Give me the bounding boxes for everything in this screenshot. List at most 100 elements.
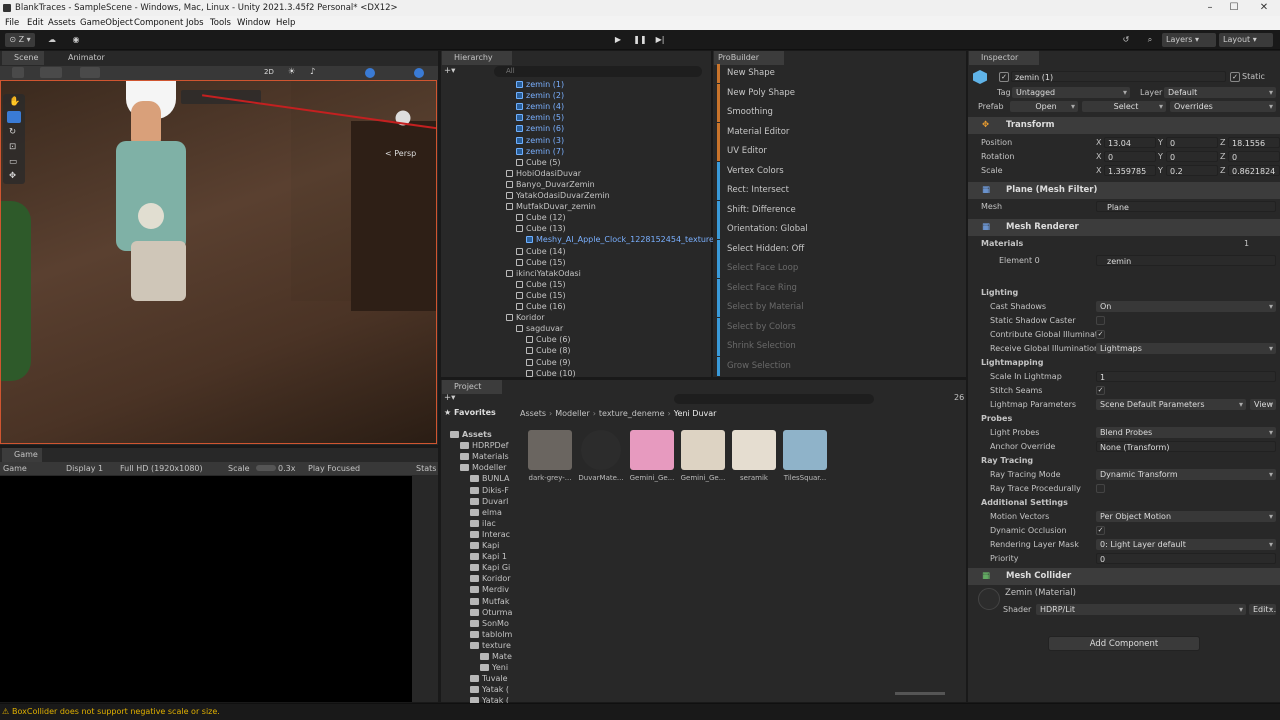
static-shadow-caster-checkbox[interactable] bbox=[1096, 316, 1105, 325]
asset-thumbnail[interactable] bbox=[732, 430, 776, 470]
ray-trace-procedurally-checkbox[interactable] bbox=[1096, 484, 1105, 493]
hierarchy-item[interactable]: ikinciYatakOdasi bbox=[506, 268, 581, 279]
project-tree-item[interactable]: Materials bbox=[460, 451, 509, 462]
hierarchy-item[interactable]: Cube (16) bbox=[516, 301, 566, 312]
project-tree-item[interactable]: Modeller bbox=[460, 462, 506, 473]
hierarchy-item[interactable]: sagduvar bbox=[516, 323, 563, 334]
asset-thumbnail[interactable] bbox=[630, 430, 674, 470]
hand-tool-icon[interactable]: ✋ bbox=[9, 97, 20, 107]
mesh-renderer-header[interactable]: Mesh Renderer bbox=[968, 219, 1280, 236]
probuilder-item[interactable]: UV Editor bbox=[717, 142, 953, 161]
prefab-open-button[interactable]: Open bbox=[1010, 101, 1078, 112]
scale-tool-icon[interactable]: ⊡ bbox=[9, 142, 16, 152]
transform-rotation-x-field[interactable]: 0 bbox=[1104, 151, 1156, 162]
dynamic-occlusion-checkbox[interactable]: ✓ bbox=[1096, 526, 1105, 535]
cast-shadows-dropdown[interactable]: On bbox=[1096, 301, 1276, 312]
asset-thumbnail[interactable] bbox=[783, 430, 827, 470]
layout-dropdown[interactable]: Layout ▾ bbox=[1219, 33, 1273, 47]
transform-position-z-field[interactable]: 18.1556 bbox=[1228, 137, 1280, 148]
menu-item-window[interactable]: Window bbox=[237, 16, 271, 30]
transform-position-y-field[interactable]: 0 bbox=[1166, 137, 1218, 148]
project-search-input[interactable] bbox=[674, 394, 874, 404]
search-icon[interactable]: ⌕ bbox=[1141, 33, 1159, 47]
probuilder-item[interactable]: Shrink Selection bbox=[717, 337, 953, 356]
create-icon[interactable]: +▾ bbox=[444, 393, 455, 403]
hierarchy-search-input[interactable]: All bbox=[494, 66, 702, 77]
menu-item-edit[interactable]: Edit bbox=[27, 16, 43, 30]
transform-rotation-y-field[interactable]: 0 bbox=[1166, 151, 1218, 162]
probuilder-item[interactable]: Material Editor bbox=[717, 122, 953, 142]
probuilder-item[interactable]: Shift: Difference bbox=[717, 200, 953, 220]
gizmo-toggle-icon[interactable] bbox=[80, 67, 100, 78]
close-icon[interactable]: ✕ bbox=[1250, 0, 1278, 16]
priority-field[interactable]: 0 bbox=[1096, 553, 1276, 564]
menu-item-assets[interactable]: Assets bbox=[48, 16, 76, 30]
rect-tool-icon[interactable]: ▭ bbox=[9, 157, 17, 167]
history-icon[interactable]: ↺ bbox=[1118, 33, 1134, 47]
lightmap-parameters-dropdown[interactable]: Scene Default Parameters bbox=[1096, 399, 1246, 410]
game-viewport[interactable] bbox=[0, 476, 412, 702]
stats-button[interactable]: Stats bbox=[416, 462, 436, 475]
add-component-button[interactable]: Add Component bbox=[1048, 636, 1200, 651]
project-tree-item[interactable]: SonMo bbox=[470, 618, 509, 629]
probuilder-item[interactable]: Select Hidden: Off bbox=[717, 239, 953, 259]
tab-game[interactable]: Game bbox=[2, 448, 42, 462]
hierarchy-item[interactable]: zemin (6) bbox=[516, 123, 564, 134]
hierarchy-item[interactable]: HobiOdasiDuvar bbox=[506, 168, 581, 179]
maximize-icon[interactable]: ☐ bbox=[1220, 0, 1248, 16]
tab-animator[interactable]: Animator bbox=[56, 51, 116, 65]
layer-dropdown[interactable]: Default bbox=[1164, 87, 1276, 98]
hierarchy-item[interactable]: Cube (15) bbox=[516, 257, 566, 268]
project-tree-item[interactable]: Tuvale bbox=[470, 673, 508, 684]
tab-project[interactable]: Project bbox=[442, 380, 502, 394]
hierarchy-item[interactable]: Cube (6) bbox=[526, 334, 571, 345]
tab-hierarchy[interactable]: Hierarchy bbox=[442, 51, 512, 65]
project-tree-item[interactable]: Assets bbox=[450, 429, 492, 440]
rotate-tool-icon[interactable]: ↻ bbox=[9, 127, 16, 137]
project-tree-item[interactable]: Kapi bbox=[470, 540, 499, 551]
zoom-slider[interactable] bbox=[895, 692, 945, 695]
transform-scale-z-field[interactable]: 0.8621824 bbox=[1228, 165, 1280, 176]
pause-button[interactable]: ❚❚ bbox=[632, 33, 648, 47]
cloud-icon[interactable]: ☁ bbox=[44, 33, 60, 47]
resolution-dropdown[interactable]: Full HD (1920x1080) bbox=[120, 462, 203, 475]
probuilder-item[interactable]: New Poly Shape bbox=[717, 83, 953, 103]
menu-item-component[interactable]: Component bbox=[134, 16, 183, 30]
hierarchy-item[interactable]: YatakOdasiDuvarZemin bbox=[506, 190, 610, 201]
scale-slider[interactable] bbox=[256, 465, 276, 471]
active-checkbox[interactable]: ✓ bbox=[999, 72, 1009, 82]
hierarchy-item[interactable]: zemin (4) bbox=[516, 101, 564, 112]
hierarchy-item[interactable]: Cube (15) bbox=[516, 279, 566, 290]
collab-icon[interactable]: ◉ bbox=[68, 33, 84, 47]
play-button[interactable]: ▶ bbox=[610, 33, 626, 47]
shader-dropdown[interactable]: HDRP/Lit bbox=[1036, 604, 1246, 615]
ray-tracing-mode-dropdown[interactable]: Dynamic Transform bbox=[1096, 469, 1276, 480]
layers-dropdown[interactable]: Layers ▾ bbox=[1162, 33, 1216, 47]
project-tree-item[interactable]: Kapi 1 bbox=[470, 551, 507, 562]
draw-mode-icon[interactable] bbox=[12, 67, 24, 78]
project-tree-item[interactable]: Koridor bbox=[470, 573, 511, 584]
transform-header[interactable]: Transform bbox=[968, 117, 1280, 134]
transform-position-x-field[interactable]: 13.04 bbox=[1104, 137, 1156, 148]
hierarchy-item[interactable]: Meshy_AI_Apple_Clock_1228152454_texture bbox=[526, 234, 714, 245]
project-tree-item[interactable]: Yatak ( bbox=[470, 684, 509, 695]
mesh-collider-header[interactable]: Mesh Collider bbox=[968, 568, 1280, 585]
project-tree-item[interactable]: Yeni bbox=[480, 662, 508, 673]
prefab-overrides-dropdown[interactable]: Overrides bbox=[1170, 101, 1276, 112]
probuilder-item[interactable]: Orientation: Global bbox=[717, 220, 953, 239]
stitch-seams-checkbox[interactable]: ✓ bbox=[1096, 386, 1105, 395]
project-tree-item[interactable]: Duvarl bbox=[470, 496, 508, 507]
view-button[interactable]: View bbox=[1250, 399, 1276, 410]
project-tree-item[interactable]: BUNLA bbox=[470, 473, 509, 484]
probuilder-item[interactable]: Select Face Ring bbox=[717, 278, 953, 298]
hierarchy-item[interactable]: zemin (1) bbox=[516, 79, 564, 90]
hierarchy-item[interactable]: Cube (8) bbox=[526, 345, 571, 356]
hierarchy-item[interactable]: zemin (5) bbox=[516, 112, 564, 123]
hierarchy-item[interactable]: Cube (14) bbox=[516, 246, 566, 257]
probuilder-item[interactable]: New Shape bbox=[717, 64, 953, 83]
favorites-header[interactable]: ★ Favorites bbox=[444, 408, 514, 420]
project-tree-item[interactable]: Merdiv bbox=[470, 584, 509, 595]
probuilder-item[interactable]: Select by Material bbox=[717, 298, 953, 317]
menu-item-tools[interactable]: Tools bbox=[210, 16, 231, 30]
hierarchy-item[interactable]: Cube (9) bbox=[526, 357, 571, 368]
